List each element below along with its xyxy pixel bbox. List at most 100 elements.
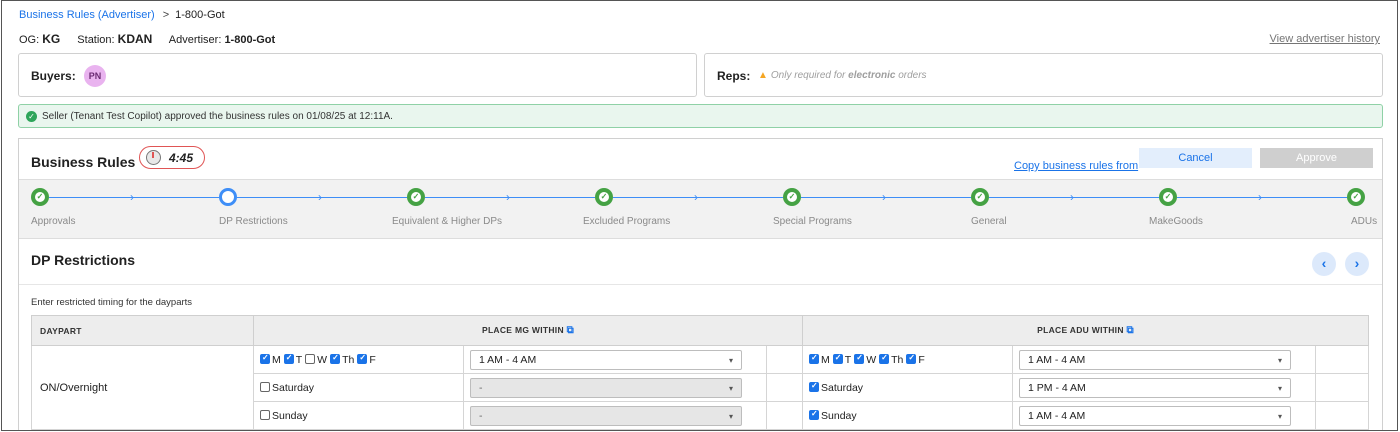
chevron-left-icon: ‹ [1321,255,1327,271]
time-select-value: - [479,409,483,422]
time-select-value: 1 AM - 4 AM [1028,409,1086,422]
mg-sunday-time-cell: - ▾ [463,401,767,430]
table-header-row: DAYPART PLACE MG WITHIN ⧉ PLACE ADU WITH… [31,315,1370,346]
day-checkbox[interactable] [832,353,843,364]
daypart-column-header: DAYPART [31,315,254,346]
mg-saturday-time-select[interactable]: - ▾ [470,377,742,398]
reps-note-prefix: Only required for [770,70,849,81]
daypart-name: ON/Overnight [31,345,254,430]
check-circle-icon [595,188,613,206]
adu-sunday-time-cell: 1 AM - 4 AM ▾ [1012,401,1317,430]
day-checkbox[interactable] [305,353,316,364]
day-label: W [866,353,877,366]
adu-sunday-days: Sunday [802,401,1014,430]
step-connector [237,197,407,198]
reps-note-suffix: orders [895,70,927,81]
buyer-avatar[interactable]: PN [84,65,106,87]
og-value: KG [42,32,61,46]
adu-weekday-time-select[interactable]: 1 AM - 4 AM ▾ [1019,349,1292,370]
business-rules-title: Business Rules [31,154,136,170]
sunday-checkbox[interactable] [809,409,820,420]
blank-cell [765,345,804,374]
chevron-down-icon: ▾ [1278,411,1283,421]
step-label: General [971,216,1007,227]
copy-icon[interactable]: ⧉ [1126,325,1133,336]
next-step-button[interactable]: › [1345,252,1369,276]
adu-column-header-label: PLACE ADU WITHIN [1037,325,1124,335]
mg-saturday-time-cell: - ▾ [463,373,767,402]
blank-cell [1315,401,1370,430]
active-step-icon [219,188,237,206]
day-checkbox[interactable] [854,353,865,364]
adu-saturday-time-cell: 1 PM - 4 AM ▾ [1012,373,1317,402]
day-checkbox[interactable] [357,353,368,364]
mg-weekday-days: M T W Th F [253,345,464,374]
timer-badge: 4:45 [139,146,205,169]
chevron-right-icon: › [130,190,134,204]
step-label: MakeGoods [1149,216,1203,227]
check-circle-icon: ✓ [26,111,37,122]
mg-sunday-time-select[interactable]: - ▾ [470,405,742,426]
sunday-checkbox[interactable] [260,409,270,420]
dp-hint: Enter restricted timing for the dayparts [31,297,193,308]
adu-saturday-days: Saturday [802,373,1014,402]
day-label: M [821,353,830,366]
day-checkbox[interactable] [283,353,294,364]
advertiser-label: Advertiser: [168,34,222,46]
day-checkbox[interactable] [330,353,341,364]
adu-weekday-time-cell: 1 AM - 4 AM ▾ [1012,345,1317,374]
day-label: T [295,353,303,366]
chevron-right-icon: › [1070,190,1074,204]
day-label: F [918,353,925,366]
buyers-card: Buyers: PN [18,53,697,97]
warning-icon: ▲ [758,70,768,81]
sunday-label: Sunday [821,409,857,422]
breadcrumb: Business Rules (Advertiser) >1-800-Got [19,9,225,21]
day-checkbox[interactable] [879,353,890,364]
reps-label: Reps: [717,69,751,83]
check-circle-icon [1159,188,1177,206]
copy-business-rules-link[interactable]: Copy business rules from [1014,160,1138,172]
blank-cell [1315,373,1370,402]
approve-button[interactable]: Approve [1260,148,1373,168]
step-label: DP Restrictions [219,216,288,227]
day-checkbox[interactable] [260,353,270,364]
check-circle-icon [1347,188,1365,206]
previous-step-button[interactable]: ‹ [1312,252,1336,276]
approval-alert: ✓ Seller (Tenant Test Copilot) approved … [18,104,1383,128]
chevron-right-icon: › [318,190,322,204]
step-label: Approvals [31,216,76,227]
view-advertiser-history-link[interactable]: View advertiser history [1270,33,1380,45]
adu-column-header: PLACE ADU WITHIN ⧉ [802,315,1370,346]
step-label: Equivalent & Higher DPs [392,216,503,227]
dp-restrictions-title: DP Restrictions [31,252,135,268]
saturday-checkbox[interactable] [809,381,820,392]
check-circle-icon [407,188,425,206]
day-label: Th [342,353,355,366]
adu-sunday-time-select[interactable]: 1 AM - 4 AM ▾ [1019,405,1292,426]
chevron-right-icon: › [882,190,886,204]
day-label: T [844,353,852,366]
reps-note: ▲ Only required for electronic orders [758,70,927,81]
breadcrumb-parent-link[interactable]: Business Rules (Advertiser) [19,9,155,21]
mg-column-header-label: PLACE MG WITHIN [481,325,564,335]
day-checkbox[interactable] [906,353,917,364]
day-label: W [317,353,328,366]
blank-cell [765,401,804,430]
check-circle-icon [783,188,801,206]
step-label: ADUs [1351,216,1378,227]
chevron-down-icon: ▾ [1278,355,1283,365]
chevron-down-icon: ▾ [728,383,733,393]
check-circle-icon [31,188,49,206]
business-rules-panel: Business Rules 4:45 Copy business rules … [18,138,1383,430]
step-connector [801,197,971,198]
cancel-button[interactable]: Cancel [1139,148,1252,168]
adu-saturday-time-select[interactable]: 1 PM - 4 AM ▾ [1019,377,1292,398]
step-connector [989,197,1159,198]
step-connector [613,197,783,198]
mg-column-header: PLACE MG WITHIN ⧉ [252,315,804,346]
copy-icon[interactable]: ⧉ [567,325,574,336]
saturday-checkbox[interactable] [260,381,270,392]
day-checkbox[interactable] [809,353,820,364]
mg-weekday-time-select[interactable]: 1 AM - 4 AM ▾ [470,349,742,370]
